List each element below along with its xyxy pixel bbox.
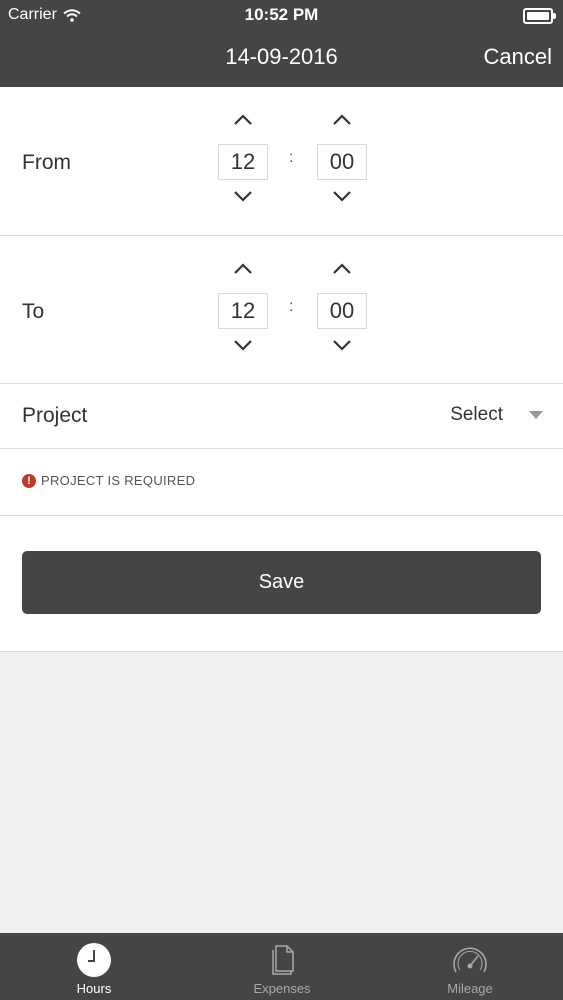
to-row: To 12 : 00 [0, 236, 563, 384]
tab-bar: Hours Expenses Mileage [0, 933, 563, 1000]
to-minutes-stepper: 00 [317, 256, 367, 366]
project-select[interactable]: Select [450, 404, 543, 426]
from-minutes-value[interactable]: 00 [317, 144, 367, 180]
from-minutes-stepper: 00 [317, 107, 367, 217]
tab-mileage-label: Mileage [447, 981, 493, 996]
tab-hours[interactable]: Hours [0, 933, 188, 1000]
app-screen: Carrier 10:52 PM 14-09-2016 Cancel From … [0, 0, 563, 1000]
project-row: Project Select [0, 384, 563, 449]
to-minutes-decrement-button[interactable] [317, 334, 367, 356]
time-entry-form: From 12 : 00 To 12: 00 Project Select !… [0, 87, 563, 652]
chevron-down-icon [333, 191, 351, 202]
chevron-up-icon [234, 114, 252, 125]
to-minutes-increment-button[interactable] [317, 258, 367, 280]
caret-down-icon [529, 411, 543, 419]
from-hours-value[interactable]: 12 [218, 144, 268, 180]
document-icon [263, 941, 301, 979]
from-hours-decrement-button[interactable] [218, 185, 268, 207]
to-hours-decrement-button[interactable] [218, 334, 268, 356]
error-text: PROJECT IS REQUIRED [41, 473, 196, 488]
to-hours-increment-button[interactable] [218, 258, 268, 280]
to-minutes-value[interactable]: 00 [317, 293, 367, 329]
chevron-down-icon [333, 340, 351, 351]
to-label: To [22, 300, 45, 323]
from-minutes-decrement-button[interactable] [317, 185, 367, 207]
project-label: Project [22, 404, 88, 427]
chevron-up-icon [234, 263, 252, 274]
tab-expenses[interactable]: Expenses [188, 933, 376, 1000]
tab-hours-label: Hours [76, 981, 112, 996]
chevron-down-icon [234, 340, 252, 351]
to-hours-value[interactable]: 12 [218, 293, 268, 329]
validation-message: ! PROJECT IS REQUIRED [22, 473, 195, 488]
speedometer-icon [451, 941, 489, 979]
chevron-up-icon [333, 263, 351, 274]
from-time-separator: : [289, 149, 294, 166]
top-bar: Carrier 10:52 PM 14-09-2016 Cancel [0, 0, 563, 87]
cancel-button[interactable]: Cancel [484, 44, 552, 70]
tab-mileage[interactable]: Mileage [376, 933, 563, 1000]
status-time: 10:52 PM [244, 5, 319, 24]
from-row: From 12 : 00 [0, 87, 563, 236]
battery-icon [523, 8, 556, 24]
to-time-separator: : [289, 298, 294, 315]
chevron-down-icon [234, 191, 252, 202]
error-icon: ! [22, 473, 36, 488]
from-minutes-increment-button[interactable] [317, 109, 367, 131]
from-hours-increment-button[interactable] [218, 109, 268, 131]
clock-icon [75, 941, 113, 979]
from-label: From [22, 151, 71, 174]
chevron-up-icon [333, 114, 351, 125]
from-hours-stepper: 12 [218, 107, 268, 217]
tab-expenses-label: Expenses [253, 981, 311, 996]
to-hours-stepper: 12 [218, 256, 268, 366]
project-select-value: Select [450, 404, 503, 425]
error-row: ! PROJECT IS REQUIRED [0, 449, 563, 516]
save-button[interactable]: Save [22, 551, 541, 614]
save-row: Save [0, 516, 563, 652]
page-title: 14-09-2016 [225, 44, 338, 69]
